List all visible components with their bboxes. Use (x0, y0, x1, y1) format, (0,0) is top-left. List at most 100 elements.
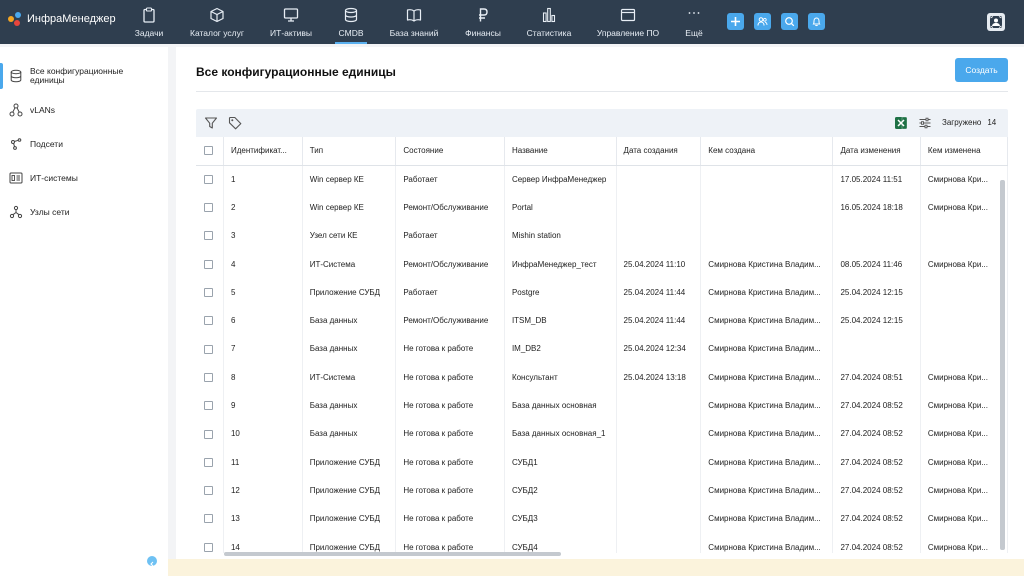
row-checkbox[interactable] (204, 175, 213, 185)
table-row[interactable]: 2 Win сервер КЕ Ремонт/Обслуживание Portal 1… (196, 193, 1008, 222)
sidebar-item-label: ИТ-системы (30, 172, 78, 183)
table-row[interactable]: 9 База данных Не готова к работе База данны… (196, 391, 1008, 420)
column-header[interactable]: Дата создания (616, 137, 702, 166)
nav-statistics[interactable]: Статистика (524, 0, 574, 44)
ci-grid: Идентификат... Тип Состояние Название Да… (196, 137, 1008, 553)
table-row[interactable]: 13 Приложение СУБД Не готова к работе СУБД3… (196, 504, 1008, 533)
table-cell (832, 221, 921, 250)
table-cell: 7 (223, 334, 303, 364)
tag-icon[interactable] (228, 116, 242, 130)
table-cell: Консультант (504, 363, 617, 392)
subnet-icon (11, 138, 22, 150)
user-profile-button[interactable] (987, 13, 1005, 31)
sidebar-item-vlans[interactable]: vLANs (0, 95, 168, 125)
table-cell: Win сервер КЕ (302, 165, 397, 194)
nav-finance[interactable]: Финансы (462, 0, 504, 44)
table-row[interactable]: 5 Приложение СУБД Работает Postgre 25.04.202… (196, 278, 1008, 307)
table-cell: 27.04.2024 08:52 (832, 391, 921, 420)
row-checkbox[interactable] (204, 203, 213, 213)
table-row[interactable]: 4 ИТ-Система Ремонт/Обслуживание ИнфраМенед… (196, 249, 1008, 279)
row-select-cell (196, 165, 224, 194)
table-cell: Смирнова Кри... (920, 193, 1008, 222)
column-header[interactable]: Кем создана (700, 137, 834, 166)
sidebar-collapse-button[interactable] (147, 556, 157, 567)
row-checkbox[interactable] (204, 486, 213, 496)
table-cell: Не готова к работе (395, 334, 505, 364)
row-checkbox[interactable] (204, 231, 213, 241)
table-cell: 17.05.2024 11:51 (832, 165, 921, 194)
column-header[interactable]: Кем изменена (920, 137, 1008, 166)
nav-tasks[interactable]: Задачи (130, 0, 168, 44)
sidebar-item-it-systems[interactable]: ИТ-системы (0, 163, 168, 193)
table-cell: Узел сети КЕ (302, 221, 397, 250)
app-logo[interactable]: ИнфраМенеджер (8, 12, 116, 26)
table-row[interactable]: 8 ИТ-Система Не готова к работе Консультант… (196, 363, 1008, 392)
table-cell: Не готова к работе (395, 504, 505, 533)
row-checkbox[interactable] (204, 316, 213, 326)
create-button[interactable]: Создать (955, 58, 1008, 82)
notifications-button[interactable] (808, 13, 825, 30)
nav-it-assets[interactable]: ИТ-активы (266, 0, 316, 44)
table-cell: ИнфраМенеджер_тест (504, 249, 617, 279)
column-header[interactable]: Состояние (395, 137, 505, 166)
row-checkbox[interactable] (204, 429, 213, 439)
sidebar-item-label: Узлы сети (30, 206, 70, 217)
table-row[interactable]: 12 Приложение СУБД Не готова к работе СУБД2… (196, 476, 1008, 505)
table-cell: Смирнова Кри... (920, 532, 1008, 553)
row-checkbox[interactable] (204, 344, 213, 354)
table-cell: Смирнова Кристина Владим... (700, 306, 834, 335)
table-header: Идентификат... Тип Состояние Название Да… (196, 137, 1008, 166)
row-checkbox[interactable] (204, 514, 213, 524)
table-cell: Смирнова Кристина Владим... (700, 532, 834, 553)
row-checkbox[interactable] (204, 372, 213, 382)
nav-knowledge-base[interactable]: База знаний (388, 0, 440, 44)
users-button[interactable] (754, 13, 771, 30)
table-row[interactable]: 11 Приложение СУБД Не готова к работе СУБД1… (196, 447, 1008, 477)
table-row[interactable]: 10 База данных Не готова к работе База данн… (196, 419, 1008, 448)
table-row[interactable]: 1 Win сервер КЕ Работает Сервер ИнфраМенедж… (196, 165, 1008, 194)
column-header[interactable]: Дата изменения (832, 137, 921, 166)
table-cell: 27.04.2024 08:52 (832, 476, 921, 505)
sidebar-item-all-ci[interactable]: Все конфигурационные единицы (0, 61, 168, 91)
table-cell: 5 (223, 278, 303, 307)
search-button[interactable] (781, 13, 798, 30)
horizontal-scrollbar[interactable] (224, 552, 561, 556)
table-cell: Смирнова Кристина Владим... (700, 363, 834, 392)
nav-cmdb[interactable]: CMDB (335, 0, 367, 44)
nav-more[interactable]: Ещё (680, 0, 708, 44)
row-checkbox[interactable] (204, 457, 213, 467)
row-checkbox[interactable] (204, 259, 213, 269)
row-checkbox[interactable] (204, 288, 213, 298)
table-cell: 27.04.2024 08:52 (832, 504, 921, 533)
create-new-button[interactable] (727, 13, 744, 30)
column-header[interactable]: Идентификат... (223, 137, 303, 166)
table-cell: Смирнова Кри... (920, 165, 1008, 194)
row-checkbox[interactable] (204, 542, 213, 552)
loaded-counter: Загружено 14 (942, 118, 996, 127)
vertical-scrollbar[interactable] (1000, 180, 1005, 550)
row-checkbox[interactable] (204, 401, 213, 411)
table-cell: Ремонт/Обслуживание (395, 249, 505, 279)
table-cell: Смирнова Кристина Владим... (700, 447, 834, 477)
table-cell (616, 193, 702, 222)
filter-icon[interactable] (204, 116, 218, 130)
column-header[interactable]: Тип (302, 137, 397, 166)
sidebar-item-network-nodes[interactable]: Узлы сети (0, 197, 168, 227)
select-all-checkbox[interactable] (204, 146, 213, 156)
table-cell: Работает (395, 278, 505, 307)
table-cell (616, 165, 702, 194)
table-row[interactable]: 3 Узел сети КЕ Работает Mishin station (196, 221, 1008, 250)
more-icon (688, 12, 700, 14)
table-cell: Сервер ИнфраМенеджер (504, 165, 617, 194)
excel-export-icon[interactable] (894, 116, 908, 130)
nav-label: Ещё (685, 28, 703, 38)
table-row[interactable]: 14 Приложение СУБД Не готова к работе СУБД4… (196, 532, 1008, 553)
sidebar-item-subnets[interactable]: Подсети (0, 129, 168, 159)
table-cell (616, 447, 702, 477)
nav-software-management[interactable]: Управление ПО (594, 0, 662, 44)
column-settings-icon[interactable] (918, 116, 932, 130)
nav-service-catalog[interactable]: Каталог услуг (186, 0, 248, 44)
table-row[interactable]: 7 База данных Не готова к работе IM_DB2 25.0… (196, 334, 1008, 364)
table-row[interactable]: 6 База данных Ремонт/Обслуживание ITSM_DB 25… (196, 306, 1008, 335)
column-header[interactable]: Название (504, 137, 617, 166)
